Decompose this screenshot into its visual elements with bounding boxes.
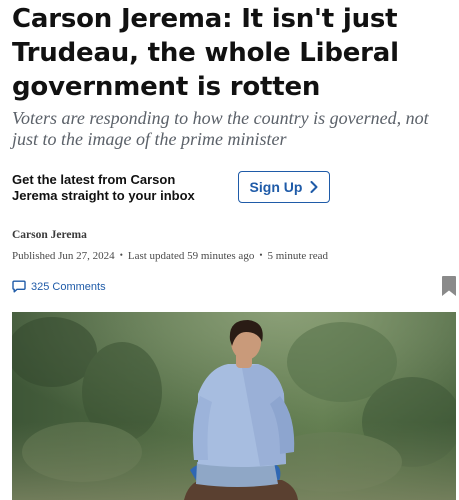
sign-up-label: Sign Up [249, 179, 303, 195]
newsletter-promo-text: Get the latest from Carson Jerema straig… [12, 172, 195, 203]
lead-photo [12, 312, 456, 500]
meta-separator: • [259, 250, 263, 260]
chevron-right-icon [310, 181, 318, 193]
bookmark-icon[interactable] [442, 276, 456, 296]
author-name[interactable]: Carson Jerema [12, 229, 87, 241]
comments-count: 325 Comments [31, 280, 106, 293]
subheadline: Voters are responding to how the country… [12, 108, 429, 149]
read-time: 5 minute read [267, 250, 328, 262]
published-date: Published Jun 27, 2024 [12, 250, 115, 262]
comment-icon [12, 280, 26, 293]
sign-up-button[interactable]: Sign Up [238, 171, 330, 203]
headline: Carson Jerema: It isn't just Trudeau, th… [12, 4, 399, 102]
meta-separator: • [119, 250, 123, 260]
updated-time: Last updated 59 minutes ago [127, 250, 255, 262]
comments-link[interactable]: 325 Comments [12, 280, 106, 293]
article-meta: Published Jun 27, 2024 • Last updated 59 m… [12, 250, 452, 262]
